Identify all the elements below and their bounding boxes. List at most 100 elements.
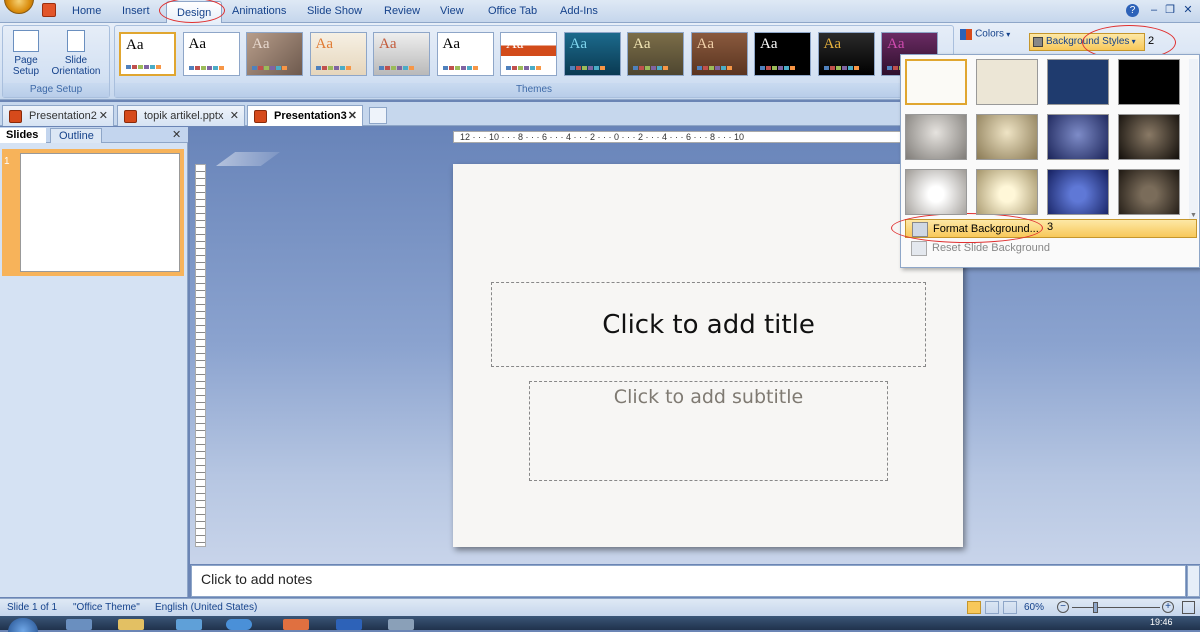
theme-sample-text: Aa xyxy=(252,36,270,52)
gallery-scrollbar[interactable]: ▼ xyxy=(1189,59,1198,219)
theme-sample-text: Aa xyxy=(823,36,842,52)
background-style-swatch[interactable] xyxy=(905,114,967,160)
zoom-out-icon[interactable]: − xyxy=(1057,601,1069,613)
background-style-swatch[interactable] xyxy=(1047,169,1109,215)
theme-thumbnail[interactable]: Aa xyxy=(436,32,494,76)
slide-number: 1 xyxy=(4,156,10,167)
powerpoint-icon xyxy=(124,110,137,123)
theme-color-dots xyxy=(252,66,287,70)
theme-thumbnail[interactable]: Aa xyxy=(309,32,367,76)
background-style-swatch[interactable] xyxy=(1118,114,1180,160)
annotation-step-2: 2 xyxy=(1148,35,1155,47)
theme-color-dots xyxy=(569,66,605,70)
colors-label: Colors xyxy=(975,28,1004,40)
theme-color-dots xyxy=(823,66,859,70)
office-tab-icon[interactable] xyxy=(42,3,56,17)
tab-animations[interactable]: Animations xyxy=(222,0,296,23)
tab-review[interactable]: Review xyxy=(374,0,430,23)
taskbar-app-5[interactable] xyxy=(283,619,309,630)
status-language[interactable]: English (United States) xyxy=(155,602,257,613)
notes-pane[interactable]: Click to add notes xyxy=(191,565,1186,597)
doc-tab-presentation3[interactable]: Presentation3 ✕ xyxy=(247,105,363,126)
theme-thumbnail[interactable]: Aa xyxy=(119,32,176,76)
tab-view[interactable]: View xyxy=(430,0,474,23)
tab-slides[interactable]: Slides xyxy=(0,128,46,143)
theme-color-dots xyxy=(760,66,795,70)
theme-thumbnail[interactable]: Aa xyxy=(627,32,684,76)
theme-thumbnail[interactable]: Aa xyxy=(754,32,811,76)
theme-thumbnail[interactable]: Aa xyxy=(563,32,621,76)
notes-scrollbar[interactable] xyxy=(1187,565,1200,597)
slide-thumbnail-selected[interactable]: 1 xyxy=(2,149,184,276)
background-style-swatch[interactable] xyxy=(905,169,967,215)
doc-tab-label: topik artikel.pptx xyxy=(144,110,224,122)
background-style-swatch[interactable] xyxy=(1047,114,1109,160)
tab-home[interactable]: Home xyxy=(62,0,111,23)
background-style-swatch[interactable] xyxy=(1047,59,1109,105)
theme-color-dots xyxy=(506,66,541,70)
background-style-swatch[interactable] xyxy=(976,169,1038,215)
normal-view-icon[interactable] xyxy=(967,601,981,614)
zoom-in-icon[interactable]: + xyxy=(1162,601,1174,613)
theme-sample-text: Aa xyxy=(379,36,397,52)
theme-color-dots xyxy=(696,66,732,70)
background-style-swatch[interactable] xyxy=(1118,59,1180,105)
slide-orientation-button[interactable]: Slide Orientation xyxy=(45,30,107,80)
background-styles-dropdown: ▼ Format Background... 3 Reset Slide Bac… xyxy=(891,54,1200,268)
vertical-ruler xyxy=(195,164,206,547)
themes-group-label: Themes xyxy=(115,83,953,97)
slide-show-icon[interactable] xyxy=(1003,601,1017,614)
reset-slide-background-menu-item[interactable]: Reset Slide Background xyxy=(905,239,1197,258)
doc-tab-presentation2[interactable]: Presentation2 ✕ xyxy=(2,105,114,126)
close-pane-icon[interactable]: ✕ xyxy=(172,128,181,141)
slide-sorter-icon[interactable] xyxy=(985,601,999,614)
taskbar-app-7[interactable] xyxy=(388,619,414,630)
slide-orientation-label: Slide Orientation xyxy=(51,55,101,77)
powerpoint-icon xyxy=(254,110,267,123)
taskbar-app-4[interactable] xyxy=(226,619,252,630)
theme-thumbnail[interactable]: Aa xyxy=(373,32,430,76)
theme-color-dots xyxy=(442,66,478,70)
title-placeholder[interactable]: Click to add title xyxy=(491,282,926,367)
background-style-swatch[interactable] xyxy=(1118,169,1180,215)
taskbar-app-1[interactable] xyxy=(66,619,92,630)
title-placeholder-text: Click to add title xyxy=(602,309,815,340)
background-style-swatch[interactable] xyxy=(976,59,1038,105)
doc-tab-topik-artikel[interactable]: topik artikel.pptx ✕ xyxy=(117,105,245,126)
page-setup-button[interactable]: Page Setup xyxy=(9,30,43,80)
zoom-slider-thumb[interactable] xyxy=(1093,602,1098,613)
close-icon[interactable]: ✕ xyxy=(1180,3,1196,17)
background-style-swatch[interactable] xyxy=(976,114,1038,160)
new-tab-button[interactable] xyxy=(369,107,387,124)
taskbar-app-6[interactable] xyxy=(336,619,362,630)
tab-slide-show[interactable]: Slide Show xyxy=(297,0,372,23)
restore-icon[interactable]: ❐ xyxy=(1162,3,1178,17)
taskbar-app-2[interactable] xyxy=(118,619,144,630)
close-tab-icon[interactable]: ✕ xyxy=(99,106,108,127)
theme-thumbnail[interactable]: Aa xyxy=(500,32,557,76)
tab-add-ins[interactable]: Add-Ins xyxy=(550,0,608,23)
theme-sample-text: Aa xyxy=(569,36,588,52)
help-icon[interactable]: ? xyxy=(1126,4,1139,17)
office-button[interactable] xyxy=(4,0,34,14)
slides-pane: Slides Outline ✕ 1 xyxy=(0,127,188,597)
tab-office-tab[interactable]: Office Tab xyxy=(478,0,547,23)
close-tab-icon[interactable]: ✕ xyxy=(348,106,357,127)
theme-thumbnail[interactable]: Aa xyxy=(182,32,240,76)
theme-thumbnail[interactable]: Aa xyxy=(817,32,875,76)
zoom-slider[interactable] xyxy=(1072,607,1160,608)
taskbar-app-3[interactable] xyxy=(176,619,202,630)
minimize-icon[interactable]: – xyxy=(1146,3,1162,17)
close-tab-icon[interactable]: ✕ xyxy=(230,106,239,127)
theme-thumbnail[interactable]: Aa xyxy=(690,32,748,76)
tab-outline[interactable]: Outline xyxy=(50,128,102,143)
zoom-level[interactable]: 60% xyxy=(1024,602,1044,613)
theme-color-dots xyxy=(188,66,224,70)
colors-button[interactable]: Colors ▾ xyxy=(960,28,1022,43)
background-style-swatch[interactable] xyxy=(905,59,967,105)
fit-to-window-icon[interactable] xyxy=(1182,601,1195,614)
subtitle-placeholder[interactable]: Click to add subtitle xyxy=(529,381,888,481)
theme-sample-text: Aa xyxy=(442,36,461,52)
theme-thumbnail[interactable]: Aa xyxy=(246,32,303,76)
tab-insert[interactable]: Insert xyxy=(112,0,160,23)
